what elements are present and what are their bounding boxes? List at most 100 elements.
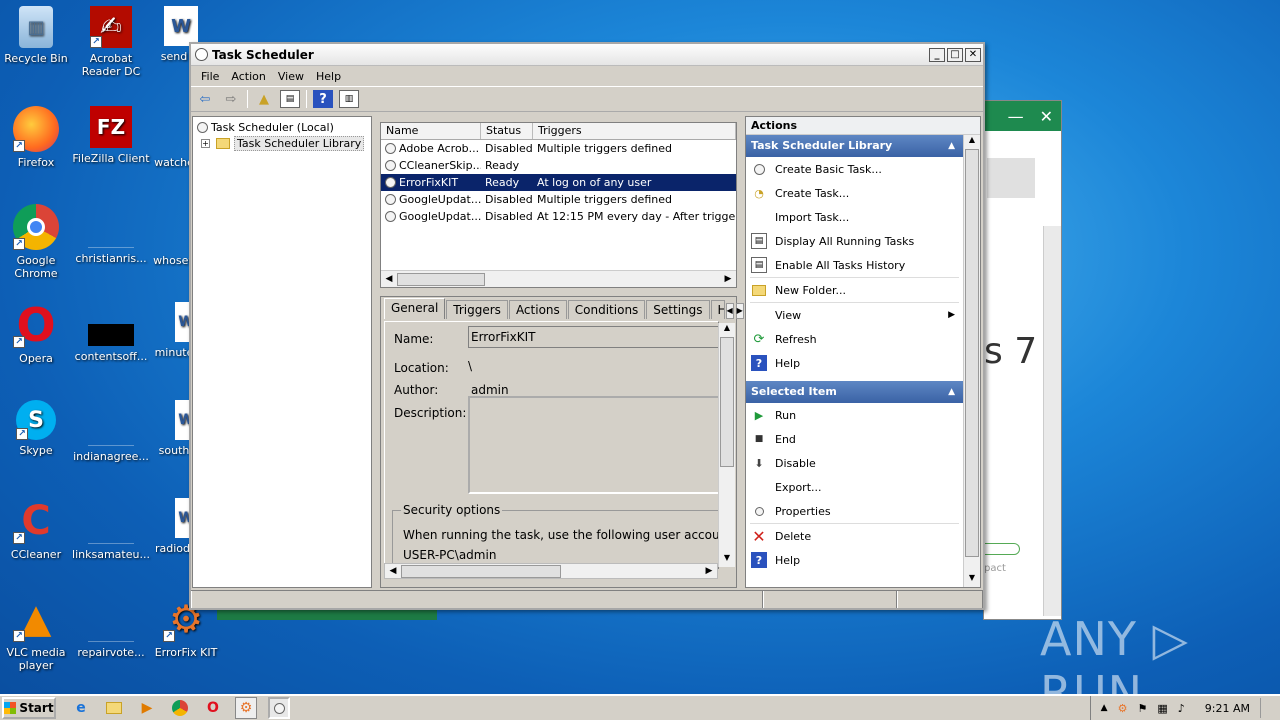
menu-help[interactable]: Help xyxy=(312,70,349,83)
desktop-icon-firefox[interactable]: ↗ Firefox xyxy=(0,106,76,169)
actions-vscrollbar[interactable]: ▲ ▼ xyxy=(963,135,980,587)
menu-action[interactable]: Action xyxy=(227,70,273,83)
back-arrow-icon[interactable]: ⇦ xyxy=(195,90,215,108)
action-enable-tasks-history[interactable]: ▤ Enable All Tasks History xyxy=(746,253,963,277)
scroll-thumb[interactable] xyxy=(965,149,979,557)
table-row[interactable]: Adobe Acrob... Disabled Multiple trigger… xyxy=(381,140,736,157)
forward-arrow-icon[interactable]: ⇨ xyxy=(221,90,241,108)
internet-explorer-icon[interactable]: e xyxy=(70,697,92,719)
scroll-left-icon[interactable]: ◀ xyxy=(381,274,397,284)
action-import-task[interactable]: Import Task... xyxy=(746,205,963,229)
opera-taskbar-icon[interactable]: O xyxy=(202,697,224,719)
background-window-scrollbar[interactable] xyxy=(1043,226,1061,616)
action-delete[interactable]: ✕ Delete xyxy=(746,524,963,548)
scroll-down-icon[interactable]: ▼ xyxy=(719,553,735,567)
volume-icon[interactable]: ♪ xyxy=(1178,702,1185,715)
scroll-up-icon[interactable]: ▲ xyxy=(964,135,980,149)
show-hide-tree-icon[interactable]: ▤ xyxy=(280,90,300,108)
action-properties[interactable]: Properties xyxy=(746,499,963,523)
desktop-icon-recycle-bin[interactable]: ▥ Recycle Bin xyxy=(0,6,76,65)
close-icon[interactable]: ✕ xyxy=(1040,107,1053,126)
collapse-icon[interactable]: ▲ xyxy=(948,135,955,157)
menu-file[interactable]: File xyxy=(197,70,227,83)
scroll-right-icon[interactable]: ▶ xyxy=(720,274,736,284)
desktop-icon-ccleaner[interactable]: C ↗ CCleaner xyxy=(0,498,76,561)
name-field[interactable]: ErrorFixKIT xyxy=(468,326,718,348)
action-center-flag-icon[interactable]: ⚑ xyxy=(1137,702,1147,715)
table-row[interactable]: CCleanerSkip... Ready xyxy=(381,157,736,174)
minimize-icon[interactable]: — xyxy=(1008,107,1024,126)
task-detail-pane[interactable]: General Triggers Actions Conditions Sett… xyxy=(380,296,744,588)
action-create-basic-task[interactable]: Create Basic Task... xyxy=(746,157,963,181)
close-button[interactable]: ✕ xyxy=(965,47,981,62)
navigation-tree[interactable]: Task Scheduler (Local) + Task Scheduler … xyxy=(192,116,372,588)
tree-item-library[interactable]: + Task Scheduler Library xyxy=(193,135,371,151)
minimize-button[interactable]: _ xyxy=(929,47,945,62)
action-refresh[interactable]: ⟳ Refresh xyxy=(746,327,963,351)
table-row-selected[interactable]: ErrorFixKIT Ready At log on of any user xyxy=(381,174,736,191)
section-task-scheduler-library[interactable]: Task Scheduler Library ▲ xyxy=(746,135,963,157)
table-row[interactable]: GoogleUpdat... Disabled Multiple trigger… xyxy=(381,191,736,208)
scroll-thumb[interactable] xyxy=(720,337,734,467)
desktop-icon-opera[interactable]: O ↗ Opera xyxy=(0,298,76,365)
task-scheduler-taskbar-button[interactable] xyxy=(268,697,290,719)
expand-icon[interactable]: + xyxy=(201,138,210,148)
desktop-icon-vlc[interactable]: ▲ ↗ VLC media player xyxy=(0,596,76,672)
action-help[interactable]: ? Help xyxy=(746,351,963,375)
errorfix-taskbar-icon[interactable]: ⚙ xyxy=(235,697,257,719)
up-folder-icon[interactable]: ▲ xyxy=(254,90,274,108)
action-view[interactable]: View ▶ xyxy=(746,303,963,327)
task-list-hscrollbar[interactable]: ◀ ▶ xyxy=(381,270,736,287)
task-list[interactable]: Name Status Triggers Adobe Acrob... Disa… xyxy=(380,122,737,288)
media-player-icon[interactable]: ▶ xyxy=(136,697,158,719)
table-row[interactable]: GoogleUpdat... Disabled At 12:15 PM ever… xyxy=(381,208,736,225)
background-window[interactable]: — ✕ s 7 pact xyxy=(983,100,1062,620)
tab-conditions[interactable]: Conditions xyxy=(567,300,646,319)
action-run[interactable]: ▶ Run xyxy=(746,403,963,427)
scroll-left-icon[interactable]: ◀ xyxy=(385,566,401,576)
desktop-icon-chrome[interactable]: ↗ Google Chrome xyxy=(0,204,76,280)
scroll-thumb[interactable] xyxy=(401,564,561,578)
tab-settings[interactable]: Settings xyxy=(646,300,710,319)
desktop-icon-file[interactable]: repairvote... xyxy=(71,596,151,659)
help-icon[interactable]: ? xyxy=(313,90,333,108)
action-help-selected[interactable]: ? Help xyxy=(746,548,963,572)
tab-scroll-left-icon[interactable]: ◀ xyxy=(725,303,734,319)
section-selected-item[interactable]: Selected Item ▲ xyxy=(746,381,963,403)
tab-scroll-right-icon[interactable]: ▶ xyxy=(735,303,744,319)
scroll-down-icon[interactable]: ▼ xyxy=(964,573,980,587)
action-new-folder[interactable]: New Folder... xyxy=(746,278,963,302)
explorer-folder-icon[interactable] xyxy=(103,697,125,719)
chrome-taskbar-icon[interactable] xyxy=(169,697,191,719)
start-button[interactable]: Start xyxy=(2,697,56,719)
column-header-status[interactable]: Status xyxy=(481,123,533,139)
tray-app-icon[interactable]: ⚙ xyxy=(1118,702,1128,715)
tab-triggers[interactable]: Triggers xyxy=(446,300,508,319)
show-hide-action-pane-icon[interactable]: ▥ xyxy=(339,90,359,108)
tab-history[interactable]: Histo xyxy=(710,300,725,319)
detail-vscrollbar[interactable]: ▲ ▼ xyxy=(718,323,735,567)
desktop-icon-skype[interactable]: S ↗ Skype xyxy=(0,400,76,457)
scroll-thumb[interactable] xyxy=(397,272,485,286)
clock[interactable]: 9:21 AM xyxy=(1205,702,1250,715)
action-disable[interactable]: ⬇ Disable xyxy=(746,451,963,475)
show-desktop-button[interactable] xyxy=(1260,698,1270,718)
task-scheduler-window[interactable]: Task Scheduler _ □ ✕ File Action View He… xyxy=(189,42,985,610)
action-end[interactable]: ■ End xyxy=(746,427,963,451)
action-create-task[interactable]: ◔ Create Task... xyxy=(746,181,963,205)
action-export[interactable]: Export... xyxy=(746,475,963,499)
network-icon[interactable]: ▦ xyxy=(1157,702,1167,715)
detail-hscrollbar[interactable]: ◀ ▶ xyxy=(384,563,718,579)
column-header-triggers[interactable]: Triggers xyxy=(533,123,736,139)
collapse-icon[interactable]: ▲ xyxy=(948,381,955,403)
tab-actions[interactable]: Actions xyxy=(508,300,567,319)
scroll-up-icon[interactable]: ▲ xyxy=(719,323,735,337)
scroll-right-icon[interactable]: ▶ xyxy=(701,566,717,576)
description-field[interactable] xyxy=(468,396,718,494)
maximize-button[interactable]: □ xyxy=(947,47,963,62)
tray-expand-icon[interactable]: ▲ xyxy=(1101,703,1108,713)
window-titlebar[interactable]: Task Scheduler _ □ ✕ xyxy=(191,44,983,66)
actions-pane[interactable]: Actions Task Scheduler Library ▲ Create … xyxy=(745,116,981,588)
menu-view[interactable]: View xyxy=(274,70,312,83)
action-display-running-tasks[interactable]: ▤ Display All Running Tasks xyxy=(746,229,963,253)
